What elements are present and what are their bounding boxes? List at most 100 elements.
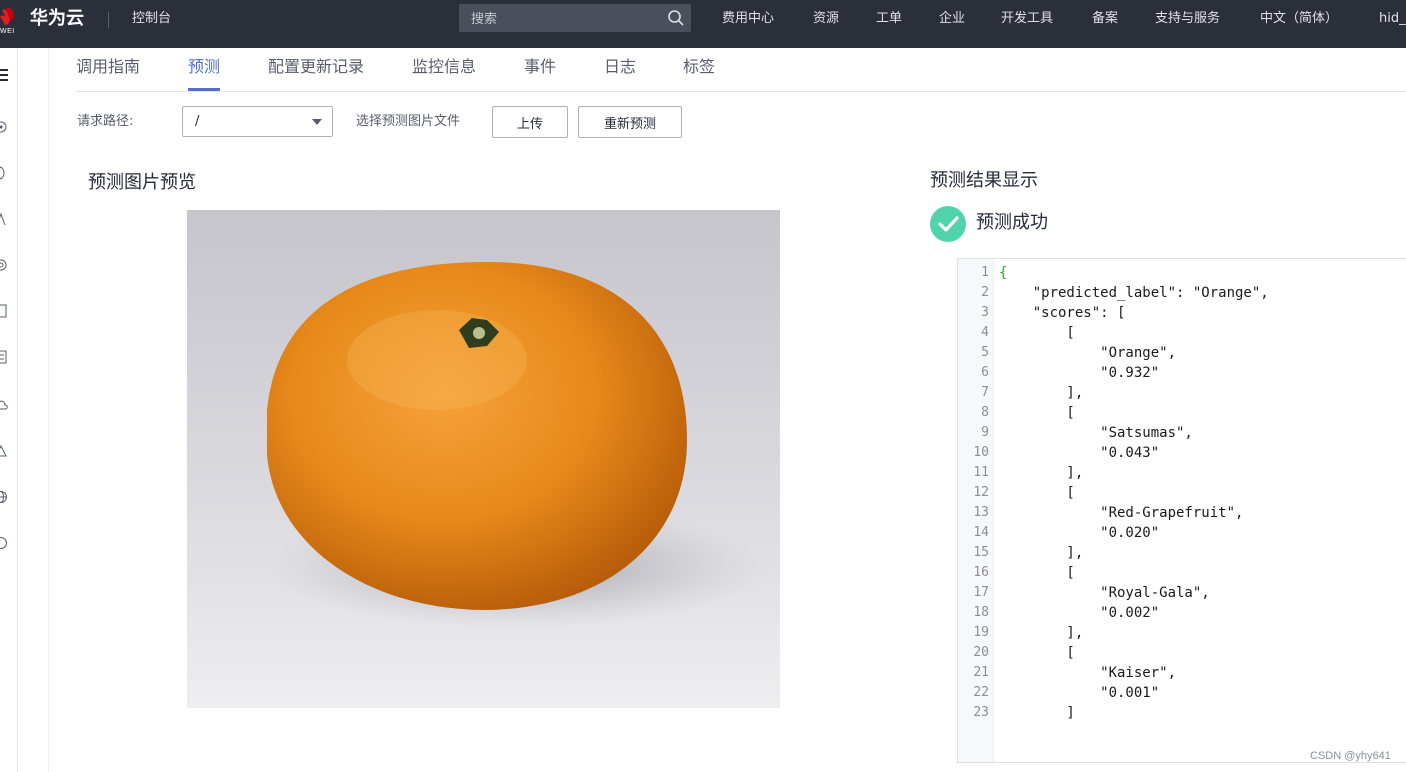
data-icon[interactable]: [0, 166, 8, 180]
tab-usage-guide[interactable]: 调用指南: [76, 57, 140, 77]
code-text: [: [999, 645, 1075, 661]
line-number: 5: [981, 345, 989, 360]
code-line: 11 ],: [958, 463, 1406, 483]
code-line: 7 ],: [958, 383, 1406, 403]
code-text: ]: [999, 705, 1075, 721]
code-text: "0.932": [999, 365, 1160, 381]
code-line: 8 [: [958, 403, 1406, 423]
line-number: 12: [973, 485, 989, 500]
cloud-icon[interactable]: [0, 398, 8, 412]
nav-dev-tools[interactable]: 开发工具: [1001, 11, 1053, 27]
search-input[interactable]: [459, 4, 659, 32]
tab-bar: 调用指南 预测 配置更新记录 监控信息 事件 日志 标签: [76, 48, 1406, 92]
top-bar: WEI 华为云 控制台 费用中心 资源 工单 企业 开发工具 备案 支持与服务 …: [0, 0, 1406, 48]
code-line: 21 "Kaiser",: [958, 663, 1406, 683]
market-icon[interactable]: [0, 444, 8, 458]
line-number: 17: [973, 585, 989, 600]
line-number: 15: [973, 545, 989, 560]
brand-divider: [108, 12, 109, 28]
line-number: 14: [973, 525, 989, 540]
code-text: [: [999, 565, 1075, 581]
code-line: 4 [: [958, 323, 1406, 343]
code-text: ],: [999, 545, 1084, 561]
code-line: 18 "0.002": [958, 603, 1406, 623]
menu-icon[interactable]: [0, 68, 8, 82]
request-path-select[interactable]: /: [182, 106, 333, 137]
globe-icon[interactable]: [0, 490, 8, 504]
code-line: 19 ],: [958, 623, 1406, 643]
tab-predict[interactable]: 预测: [188, 57, 220, 77]
search-box[interactable]: [459, 4, 691, 32]
request-path-label: 请求路径:: [77, 114, 134, 129]
tab-monitoring[interactable]: 监控信息: [412, 57, 476, 77]
nav-enterprise[interactable]: 企业: [939, 11, 965, 27]
code-line: 16 [: [958, 563, 1406, 583]
huawei-logo-icon[interactable]: [0, 6, 16, 42]
code-text: "Orange",: [999, 345, 1177, 361]
nav-tickets[interactable]: 工单: [876, 11, 902, 27]
code-line: 22 "0.001": [958, 683, 1406, 703]
code-text: "0.043": [999, 445, 1160, 461]
nav-support[interactable]: 支持与服务: [1155, 11, 1220, 27]
training-icon[interactable]: [0, 258, 8, 272]
preview-image: [187, 210, 780, 708]
tab-config-history[interactable]: 配置更新记录: [268, 57, 364, 77]
code-line: 12 [: [958, 483, 1406, 503]
line-number: 23: [973, 705, 989, 720]
code-text: {: [999, 265, 1008, 281]
code-text: "predicted_label": "Orange",: [999, 285, 1269, 301]
line-number: 10: [973, 445, 989, 460]
nav-user[interactable]: hid_: [1379, 11, 1406, 27]
nav-resources[interactable]: 资源: [813, 11, 839, 27]
code-text: "Royal-Gala",: [999, 585, 1210, 601]
preview-title: 预测图片预览: [88, 172, 196, 193]
code-line: 23 ]: [958, 703, 1406, 723]
code-text: [: [999, 485, 1075, 501]
deploy-icon[interactable]: [0, 350, 8, 364]
line-number: 6: [981, 365, 989, 380]
tab-events[interactable]: 事件: [524, 57, 556, 77]
code-text: "Red-Grapefruit",: [999, 505, 1244, 521]
result-code-viewer[interactable]: 1{2 "predicted_label": "Orange", 3 "score…: [957, 258, 1406, 763]
line-number: 11: [973, 465, 989, 480]
line-number: 2: [981, 285, 989, 300]
repredict-button[interactable]: 重新预测: [578, 106, 682, 138]
code-text: "0.001": [999, 685, 1160, 701]
nav-filing[interactable]: 备案: [1092, 11, 1118, 27]
develop-icon[interactable]: [0, 212, 8, 226]
help-icon[interactable]: [0, 536, 8, 550]
code-line: 2 "predicted_label": "Orange",: [958, 283, 1406, 303]
dashboard-icon[interactable]: [0, 120, 8, 134]
code-text: ],: [999, 625, 1084, 641]
line-number: 22: [973, 685, 989, 700]
code-text: ],: [999, 465, 1084, 481]
left-rail: [0, 48, 18, 772]
line-number: 8: [981, 405, 989, 420]
choose-image-label: 选择预测图片文件: [356, 114, 461, 129]
upload-button[interactable]: 上传: [492, 106, 568, 138]
line-number: 9: [981, 425, 989, 440]
request-path-value: /: [195, 114, 200, 129]
code-line: 1{: [958, 263, 1406, 283]
code-text: "0.002": [999, 605, 1160, 621]
code-text: "scores": [: [999, 305, 1126, 321]
line-number: 18: [973, 605, 989, 620]
tab-logs[interactable]: 日志: [604, 57, 636, 77]
code-line: 13 "Red-Grapefruit",: [958, 503, 1406, 523]
content-divider: [48, 48, 49, 772]
search-icon[interactable]: [667, 9, 685, 27]
prediction-status: 预测成功: [976, 212, 1048, 233]
check-circle-icon: [930, 206, 966, 242]
nav-language[interactable]: 中文（简体）: [1260, 11, 1338, 27]
nav-billing[interactable]: 费用中心: [722, 11, 774, 27]
code-text: "Satsumas",: [999, 425, 1193, 441]
code-text: "0.020": [999, 525, 1160, 541]
line-number: 3: [981, 305, 989, 320]
console-link[interactable]: 控制台: [132, 11, 171, 27]
line-number: 1: [981, 265, 989, 280]
watermark: CSDN @yhy641: [1310, 750, 1391, 762]
code-text: [: [999, 405, 1075, 421]
model-icon[interactable]: [0, 304, 8, 318]
brand-name[interactable]: 华为云: [30, 8, 84, 30]
tab-tags[interactable]: 标签: [683, 57, 715, 77]
